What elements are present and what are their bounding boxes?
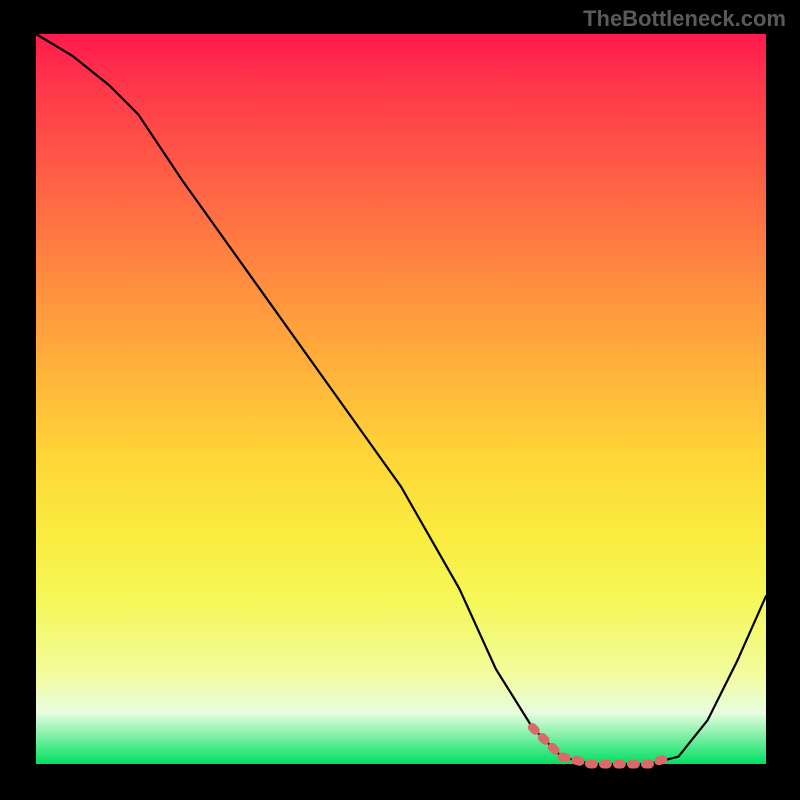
chart-svg — [36, 34, 766, 764]
watermark-text: TheBottleneck.com — [583, 6, 786, 32]
optimal-region-markers — [532, 728, 671, 765]
bottleneck-curve — [36, 34, 766, 764]
plot-area — [36, 34, 766, 764]
